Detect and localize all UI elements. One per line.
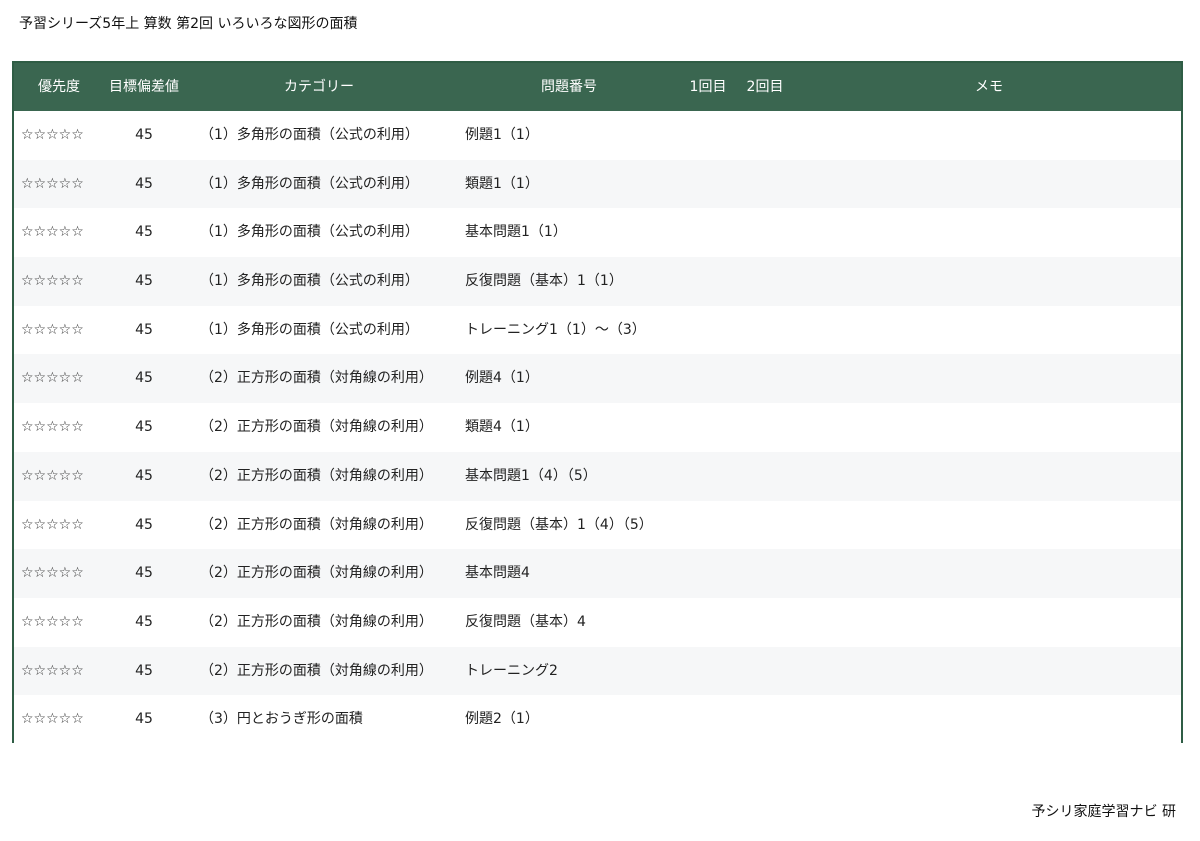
category-label: （2）正方形の面積（対角線の利用） xyxy=(200,467,433,484)
priority-stars: ☆☆☆☆☆ xyxy=(21,662,84,679)
target-score: 45 xyxy=(135,175,153,192)
category-label: （1）多角形の面積（公式の利用） xyxy=(200,127,419,143)
problem-number: 基本問題1（1） xyxy=(465,224,567,241)
target-score: 45 xyxy=(135,613,153,630)
table-row: ☆☆☆☆☆ 45 （2）正方形の面積（対角線の利用） 基本問題1（4）（5） xyxy=(14,451,1181,501)
header-memo: メモ xyxy=(975,79,1003,95)
target-score: 45 xyxy=(135,565,153,582)
target-score: 45 xyxy=(135,516,153,533)
target-score: 45 xyxy=(135,711,153,728)
problem-number: 基本問題4 xyxy=(465,565,530,582)
category-label: （1）多角形の面積（公式の利用） xyxy=(200,224,419,241)
category-label: （2）正方形の面積（対角線の利用） xyxy=(200,419,433,436)
priority-stars: ☆☆☆☆☆ xyxy=(21,224,84,241)
table-body: ☆☆☆☆☆ 45 （1）多角形の面積（公式の利用） 例題1（1） ☆☆☆☆☆ 45 （1）多… xyxy=(14,111,1181,743)
problem-number: 例題1（1） xyxy=(465,127,539,143)
priority-stars: ☆☆☆☆☆ xyxy=(21,273,84,290)
problem-number: 類題4（1） xyxy=(465,419,539,436)
header-target-score: 目標偏差値 xyxy=(109,79,179,95)
problem-number: トレーニング1（1）〜（3） xyxy=(465,321,646,338)
header-category: カテゴリー xyxy=(284,79,354,95)
target-score: 45 xyxy=(135,273,153,290)
category-label: （1）多角形の面積（公式の利用） xyxy=(200,273,419,290)
table-row: ☆☆☆☆☆ 45 （1）多角形の面積（公式の利用） 類題1（1） xyxy=(14,159,1181,209)
target-score: 45 xyxy=(135,321,153,338)
target-score: 45 xyxy=(135,224,153,241)
priority-stars: ☆☆☆☆☆ xyxy=(21,711,84,728)
problem-number: 反復問題（基本）1（1） xyxy=(465,273,623,290)
target-score: 45 xyxy=(135,127,153,143)
table-row: ☆☆☆☆☆ 45 （1）多角形の面積（公式の利用） 基本問題1（1） xyxy=(14,208,1181,258)
header-priority: 優先度 xyxy=(38,79,80,95)
category-label: （2）正方形の面積（対角線の利用） xyxy=(200,516,433,533)
header-second-attempt: 2回目 xyxy=(746,79,784,95)
table-header: 優先度 目標偏差値 カテゴリー 問題番号 1回目 2回目 メモ xyxy=(14,63,1181,111)
table-row: ☆☆☆☆☆ 45 （2）正方形の面積（対角線の利用） 反復問題（基本）4 xyxy=(14,597,1181,647)
document-title: 予習シリーズ5年上 算数 第2回 いろいろな図形の面積 xyxy=(19,16,358,32)
table-row: ☆☆☆☆☆ 45 （2）正方形の面積（対角線の利用） 例題4（1） xyxy=(14,354,1181,404)
target-score: 45 xyxy=(135,419,153,436)
priority-stars: ☆☆☆☆☆ xyxy=(21,467,84,484)
table-row: ☆☆☆☆☆ 45 （3）円とおうぎ形の面積 例題2（1） xyxy=(14,695,1181,743)
priority-stars: ☆☆☆☆☆ xyxy=(21,516,84,533)
table-row: ☆☆☆☆☆ 45 （1）多角形の面積（公式の利用） 例題1（1） xyxy=(14,111,1181,160)
category-label: （2）正方形の面積（対角線の利用） xyxy=(200,370,433,387)
category-label: （3）円とおうぎ形の面積 xyxy=(200,711,363,728)
category-label: （1）多角形の面積（公式の利用） xyxy=(200,321,419,338)
priority-stars: ☆☆☆☆☆ xyxy=(21,565,84,582)
table-row: ☆☆☆☆☆ 45 （2）正方形の面積（対角線の利用） トレーニング2 xyxy=(14,646,1181,696)
problem-number: トレーニング2 xyxy=(465,662,558,679)
category-label: （2）正方形の面積（対角線の利用） xyxy=(200,662,433,679)
study-table: 優先度 目標偏差値 カテゴリー 問題番号 1回目 2回目 メモ ☆☆☆☆☆ 45 （… xyxy=(12,61,1183,743)
problem-number: 例題2（1） xyxy=(465,711,539,728)
table-row: ☆☆☆☆☆ 45 （2）正方形の面積（対角線の利用） 基本問題4 xyxy=(14,549,1181,598)
category-label: （2）正方形の面積（対角線の利用） xyxy=(200,613,433,630)
table-row: ☆☆☆☆☆ 45 （2）正方形の面積（対角線の利用） 反復問題（基本）1（4）（5） xyxy=(14,500,1181,550)
priority-stars: ☆☆☆☆☆ xyxy=(21,321,84,338)
target-score: 45 xyxy=(135,370,153,387)
header-first-attempt: 1回目 xyxy=(689,79,727,95)
table-row: ☆☆☆☆☆ 45 （2）正方形の面積（対角線の利用） 類題4（1） xyxy=(14,403,1181,452)
problem-number: 反復問題（基本）4 xyxy=(465,613,586,630)
priority-stars: ☆☆☆☆☆ xyxy=(21,127,84,143)
problem-number: 反復問題（基本）1（4）（5） xyxy=(465,516,653,533)
priority-stars: ☆☆☆☆☆ xyxy=(21,370,84,387)
table-row: ☆☆☆☆☆ 45 （1）多角形の面積（公式の利用） 反復問題（基本）1（1） xyxy=(14,257,1181,306)
table-row: ☆☆☆☆☆ 45 （1）多角形の面積（公式の利用） トレーニング1（1）〜（3） xyxy=(14,305,1181,355)
priority-stars: ☆☆☆☆☆ xyxy=(21,175,84,192)
category-label: （1）多角形の面積（公式の利用） xyxy=(200,175,419,192)
problem-number: 基本問題1（4）（5） xyxy=(465,467,597,484)
priority-stars: ☆☆☆☆☆ xyxy=(21,419,84,436)
category-label: （2）正方形の面積（対角線の利用） xyxy=(200,565,433,582)
header-problem-number: 問題番号 xyxy=(541,79,597,95)
target-score: 45 xyxy=(135,467,153,484)
problem-number: 類題1（1） xyxy=(465,175,539,192)
target-score: 45 xyxy=(135,662,153,679)
footer-brand: 予シリ家庭学習ナビ 研 xyxy=(1031,804,1176,820)
priority-stars: ☆☆☆☆☆ xyxy=(21,613,84,630)
problem-number: 例題4（1） xyxy=(465,370,539,387)
